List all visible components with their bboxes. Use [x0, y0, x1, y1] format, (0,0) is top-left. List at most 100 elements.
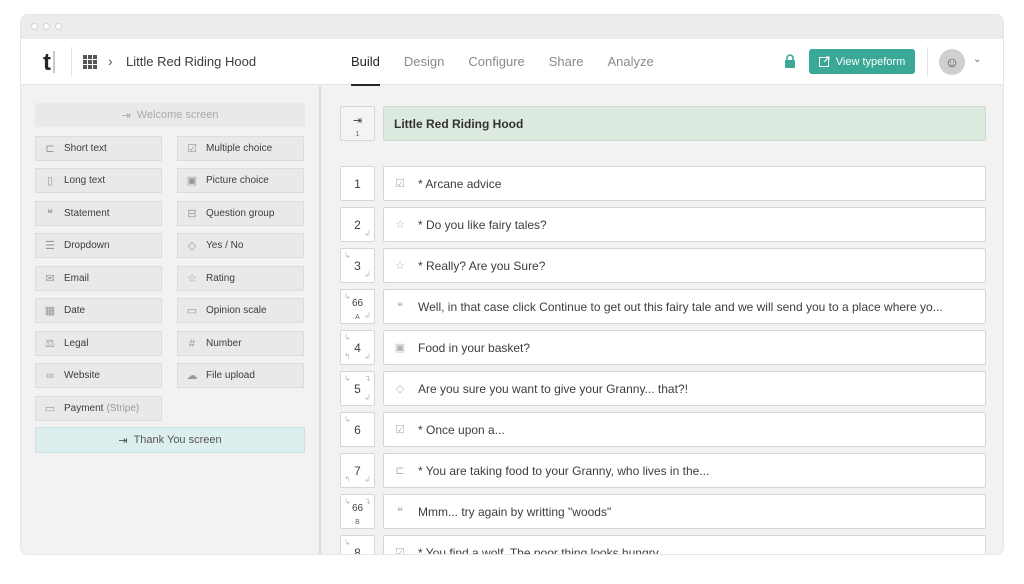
date-icon: ▦ — [44, 304, 56, 317]
maximize-dot[interactable] — [55, 23, 62, 30]
minimize-dot[interactable] — [43, 23, 50, 30]
avatar[interactable]: ☺ — [939, 49, 965, 75]
tab-design[interactable]: Design — [404, 39, 444, 85]
main-tabs: Build Design Configure Share Analyze — [351, 39, 678, 86]
app-window: t › Little Red Riding Hood Build Design … — [20, 14, 1004, 555]
statement-icon: ❝ — [397, 506, 403, 518]
question-card[interactable]: ☆ * Really? Are you Sure? — [383, 248, 986, 283]
question-number[interactable]: ↳ ↰ 4 ↲ — [340, 330, 375, 365]
lock-icon[interactable] — [784, 54, 796, 68]
qtype-label: Opinion scale — [206, 305, 267, 316]
question-card[interactable]: ☑ * Once upon a... — [383, 412, 986, 447]
welcome-screen-button[interactable]: ⇥ Welcome screen — [35, 103, 305, 127]
question-number[interactable]: ↳ ↴ 5 ↲ — [340, 371, 375, 406]
qtype-number[interactable]: # Number — [177, 331, 304, 356]
question-card[interactable]: ❝ Mmm... try again by writting "woods" — [383, 494, 986, 529]
email-icon: ✉ — [45, 272, 55, 285]
tab-build[interactable]: Build — [351, 39, 380, 86]
external-link-icon — [818, 56, 830, 67]
qtype-label: Picture choice — [206, 175, 269, 186]
dropdown-icon: ☰ — [45, 239, 55, 252]
tab-configure[interactable]: Configure — [468, 39, 524, 85]
qtype-opinion-scale[interactable]: ▭ Opinion scale — [177, 298, 304, 323]
qtype-file-upload[interactable]: ☁ File upload — [177, 363, 304, 388]
question-types-panel: ⇥ Welcome screen ⊏ Short text ☑ Multiple c… — [21, 86, 319, 554]
question-number[interactable]: ↳ 3 ↲ — [340, 248, 375, 283]
view-typeform-button[interactable]: View typeform — [809, 49, 915, 74]
logic-jump-icon: ↲ — [364, 393, 371, 402]
qtype-label: Yes / No — [206, 240, 244, 251]
welcome-number-label: 1 — [355, 131, 360, 138]
typeform-logo[interactable]: t — [43, 49, 55, 77]
logic-jump-icon: ↳ — [344, 415, 351, 424]
statement-icon: ❝ — [397, 301, 403, 313]
qtype-yes-no[interactable]: ◇ Yes / No — [177, 233, 304, 258]
qtype-long-text[interactable]: ▯ Long text — [35, 168, 162, 193]
chevron-down-icon[interactable]: ⌄ — [973, 54, 981, 65]
chevron-right-icon: › — [108, 53, 113, 69]
view-typeform-label: View typeform — [835, 55, 906, 68]
question-card[interactable]: ☆ * Do you like fairy tales? — [383, 207, 986, 242]
window-titlebar — [21, 15, 1003, 39]
qtype-legal[interactable]: ⚖ Legal — [35, 331, 162, 356]
question-card[interactable]: ⊏ * You are taking food to your Granny, w… — [383, 453, 986, 488]
qtype-dropdown[interactable]: ☰ Dropdown — [35, 233, 162, 258]
qtype-multiple-choice[interactable]: ☑ Multiple choice — [177, 136, 304, 161]
question-text: * Really? Are you Sure? — [418, 258, 546, 273]
picture-choice-icon: ▣ — [186, 174, 198, 187]
question-number[interactable]: 1 — [340, 166, 375, 201]
tab-analyze[interactable]: Analyze — [607, 39, 653, 85]
qtype-email[interactable]: ✉ Email — [35, 266, 162, 291]
question-text: * Once upon a... — [418, 422, 505, 437]
question-group-icon: ⊟ — [187, 207, 197, 220]
close-dot[interactable] — [31, 23, 38, 30]
welcome-card[interactable]: Little Red Riding Hood — [383, 106, 986, 141]
question-text: Mmm... try again by writting "woods" — [418, 504, 612, 519]
question-number[interactable]: ↳ ↴ 66 B — [340, 494, 375, 529]
question-card[interactable]: ☑ * You find a wolf. The poor thing looks… — [383, 535, 986, 554]
logic-jump-icon: ↳ — [344, 374, 351, 383]
qtype-question-group[interactable]: ⊟ Question group — [177, 201, 304, 226]
question-card[interactable]: ◇ Are you sure you want to give your Gran… — [383, 371, 986, 406]
logic-jump-icon: ↳ — [344, 497, 351, 506]
logic-jump-icon: ↳ — [344, 251, 351, 260]
logic-jump-icon: ↳ — [344, 333, 351, 342]
question-card[interactable]: ▣ Food in your basket? — [383, 330, 986, 365]
qtype-picture-choice[interactable]: ▣ Picture choice — [177, 168, 304, 193]
question-number[interactable]: 2 ↲ — [340, 207, 375, 242]
qtype-payment[interactable]: ▭ Payment (Stripe) — [35, 396, 162, 421]
logic-jump-icon: ↲ — [364, 270, 371, 279]
logic-jump-icon: ↰ — [344, 475, 351, 484]
welcome-card-title: Little Red Riding Hood — [394, 116, 524, 131]
short-text-icon: ⊏ — [395, 465, 405, 477]
file-upload-icon: ☁ — [186, 369, 198, 382]
logic-jump-icon: ↳ — [344, 538, 351, 547]
qtype-date[interactable]: ▦ Date — [35, 298, 162, 323]
logic-jump-icon: ↴ — [364, 497, 371, 506]
question-card[interactable]: ❝ Well, in that case click Continue to ge… — [383, 289, 986, 324]
question-number[interactable]: ↳ 8 — [340, 535, 375, 554]
qtype-rating[interactable]: ☆ Rating — [177, 266, 304, 291]
tab-share[interactable]: Share — [549, 39, 584, 85]
thank-you-screen-button[interactable]: ⇥ Thank You screen — [35, 427, 305, 453]
divider — [927, 47, 928, 77]
question-number[interactable]: ↳ 6 — [340, 412, 375, 447]
breadcrumb-form-title[interactable]: Little Red Riding Hood — [126, 54, 256, 69]
legal-icon: ⚖ — [45, 337, 55, 350]
qtype-statement[interactable]: ❝ Statement — [35, 201, 162, 226]
qtype-label: Rating — [206, 273, 235, 284]
number-icon: # — [188, 337, 196, 350]
question-number[interactable]: ↳ 66 A ↲ — [340, 289, 375, 324]
welcome-screen-icon: ⇥ — [121, 109, 131, 122]
website-icon: ∞ — [46, 369, 54, 382]
qtype-website[interactable]: ∞ Website — [35, 363, 162, 388]
qtype-short-text[interactable]: ⊏ Short text — [35, 136, 162, 161]
apps-grid-icon[interactable] — [83, 55, 97, 69]
long-text-icon: ▯ — [46, 174, 54, 187]
question-card[interactable]: ☑ * Arcane advice — [383, 166, 986, 201]
qtype-label: Statement — [64, 208, 110, 219]
question-number[interactable]: ↰ 7 ↲ — [340, 453, 375, 488]
welcome-number[interactable]: ⇥ 1 — [340, 106, 375, 141]
qtype-label: Long text — [64, 175, 106, 186]
short-text-icon: ⊏ — [45, 142, 55, 155]
